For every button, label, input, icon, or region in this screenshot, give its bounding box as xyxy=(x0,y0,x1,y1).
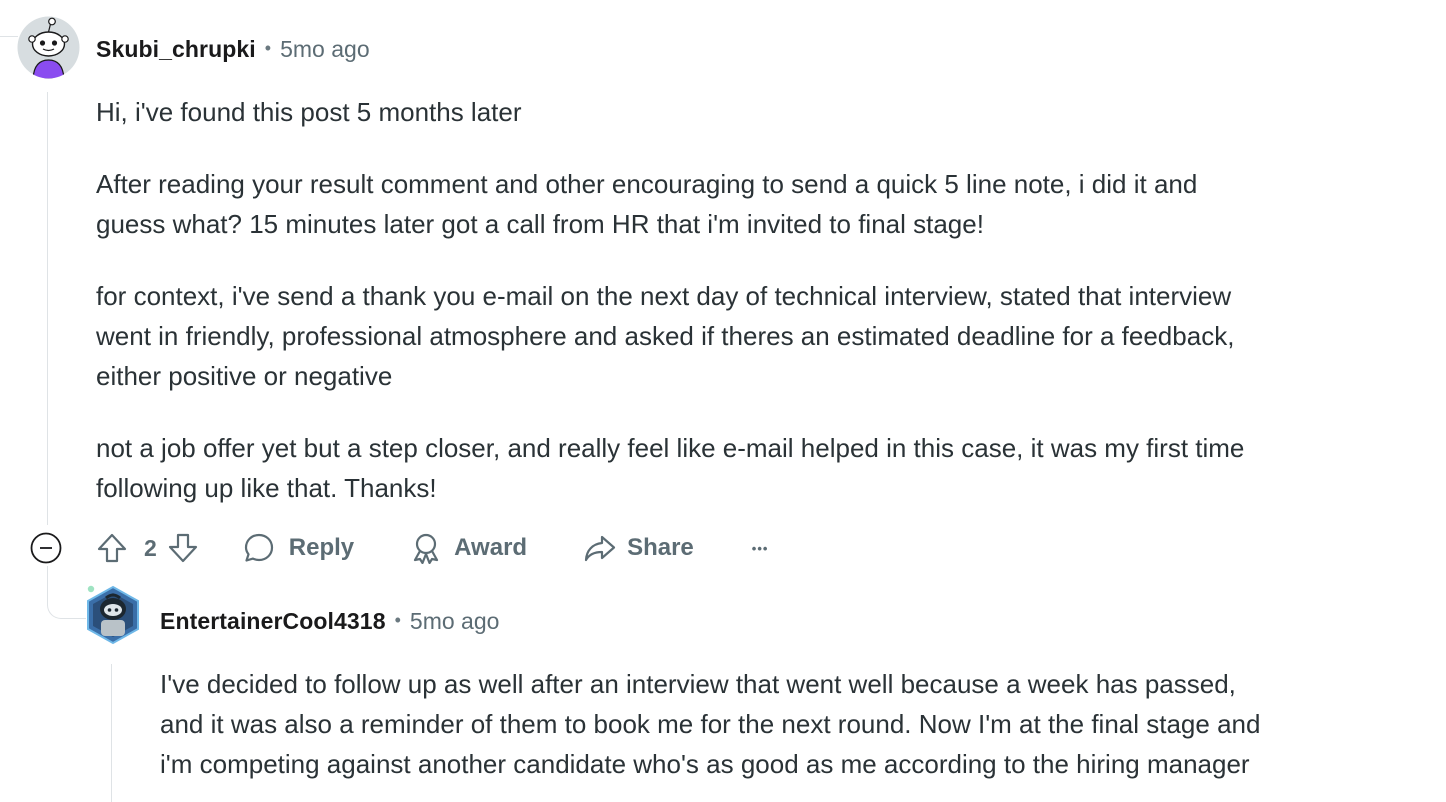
comment-paragraph: Hi, i've found this post 5 months later xyxy=(96,97,522,127)
timestamp[interactable]: 5mo ago xyxy=(410,608,500,635)
reply-paragraph: I've decided to follow up as well after … xyxy=(160,669,1261,779)
reply-button[interactable]: Reply xyxy=(243,532,354,564)
comment-thread: Skubi_chrupki • 5mo ago Hi, i've found t… xyxy=(0,0,1446,802)
reply-body: I've decided to follow up as well after … xyxy=(160,664,1260,784)
thread-line[interactable] xyxy=(47,92,48,525)
minus-circle-icon xyxy=(30,532,62,564)
share-label: Share xyxy=(627,534,694,561)
username[interactable]: Skubi_chrupki xyxy=(96,36,256,63)
downvote-button[interactable] xyxy=(167,532,199,564)
more-options-button[interactable]: ••• xyxy=(752,541,769,556)
comment-paragraph: After reading your result comment and ot… xyxy=(96,169,1198,239)
more-options-icon: ••• xyxy=(751,540,769,556)
snoo-avatar-icon xyxy=(17,16,80,79)
award-label: Award xyxy=(454,534,528,561)
separator-dot: • xyxy=(394,609,401,630)
reply-label: Reply xyxy=(288,534,355,561)
reply-meta: EntertainerCool4318 • 5mo ago xyxy=(160,605,499,637)
comment-action-bar: 2 Reply Award Share ••• xyxy=(30,528,768,568)
robot-avatar-icon xyxy=(87,585,139,645)
comment-meta: Skubi_chrupki • 5mo ago xyxy=(96,33,370,65)
arrow-down-outline-icon xyxy=(168,533,197,563)
thread-connector xyxy=(47,566,86,619)
comment-paragraph: not a job offer yet but a step closer, a… xyxy=(96,433,1245,503)
thread-line[interactable] xyxy=(111,664,112,802)
separator-dot: • xyxy=(264,37,272,58)
share-button[interactable]: Share xyxy=(583,532,694,564)
vote-count: 2 xyxy=(144,534,157,561)
arrow-up-outline-icon xyxy=(97,533,127,563)
avatar[interactable] xyxy=(17,16,80,79)
collapse-thread-button[interactable] xyxy=(30,532,62,564)
speech-bubble-icon xyxy=(244,533,273,562)
upvote-button[interactable] xyxy=(96,532,128,564)
avatar[interactable] xyxy=(84,584,142,646)
award-button[interactable]: Award xyxy=(410,532,527,564)
comment-body: Hi, i've found this post 5 months later … xyxy=(96,92,1244,508)
comment-paragraph: for context, i've send a thank you e-mai… xyxy=(96,281,1235,391)
share-arrow-icon xyxy=(584,535,616,562)
username[interactable]: EntertainerCool4318 xyxy=(160,608,386,635)
award-ribbon-icon xyxy=(414,533,439,564)
timestamp[interactable]: 5mo ago xyxy=(280,36,370,63)
thread-line xyxy=(0,36,18,37)
